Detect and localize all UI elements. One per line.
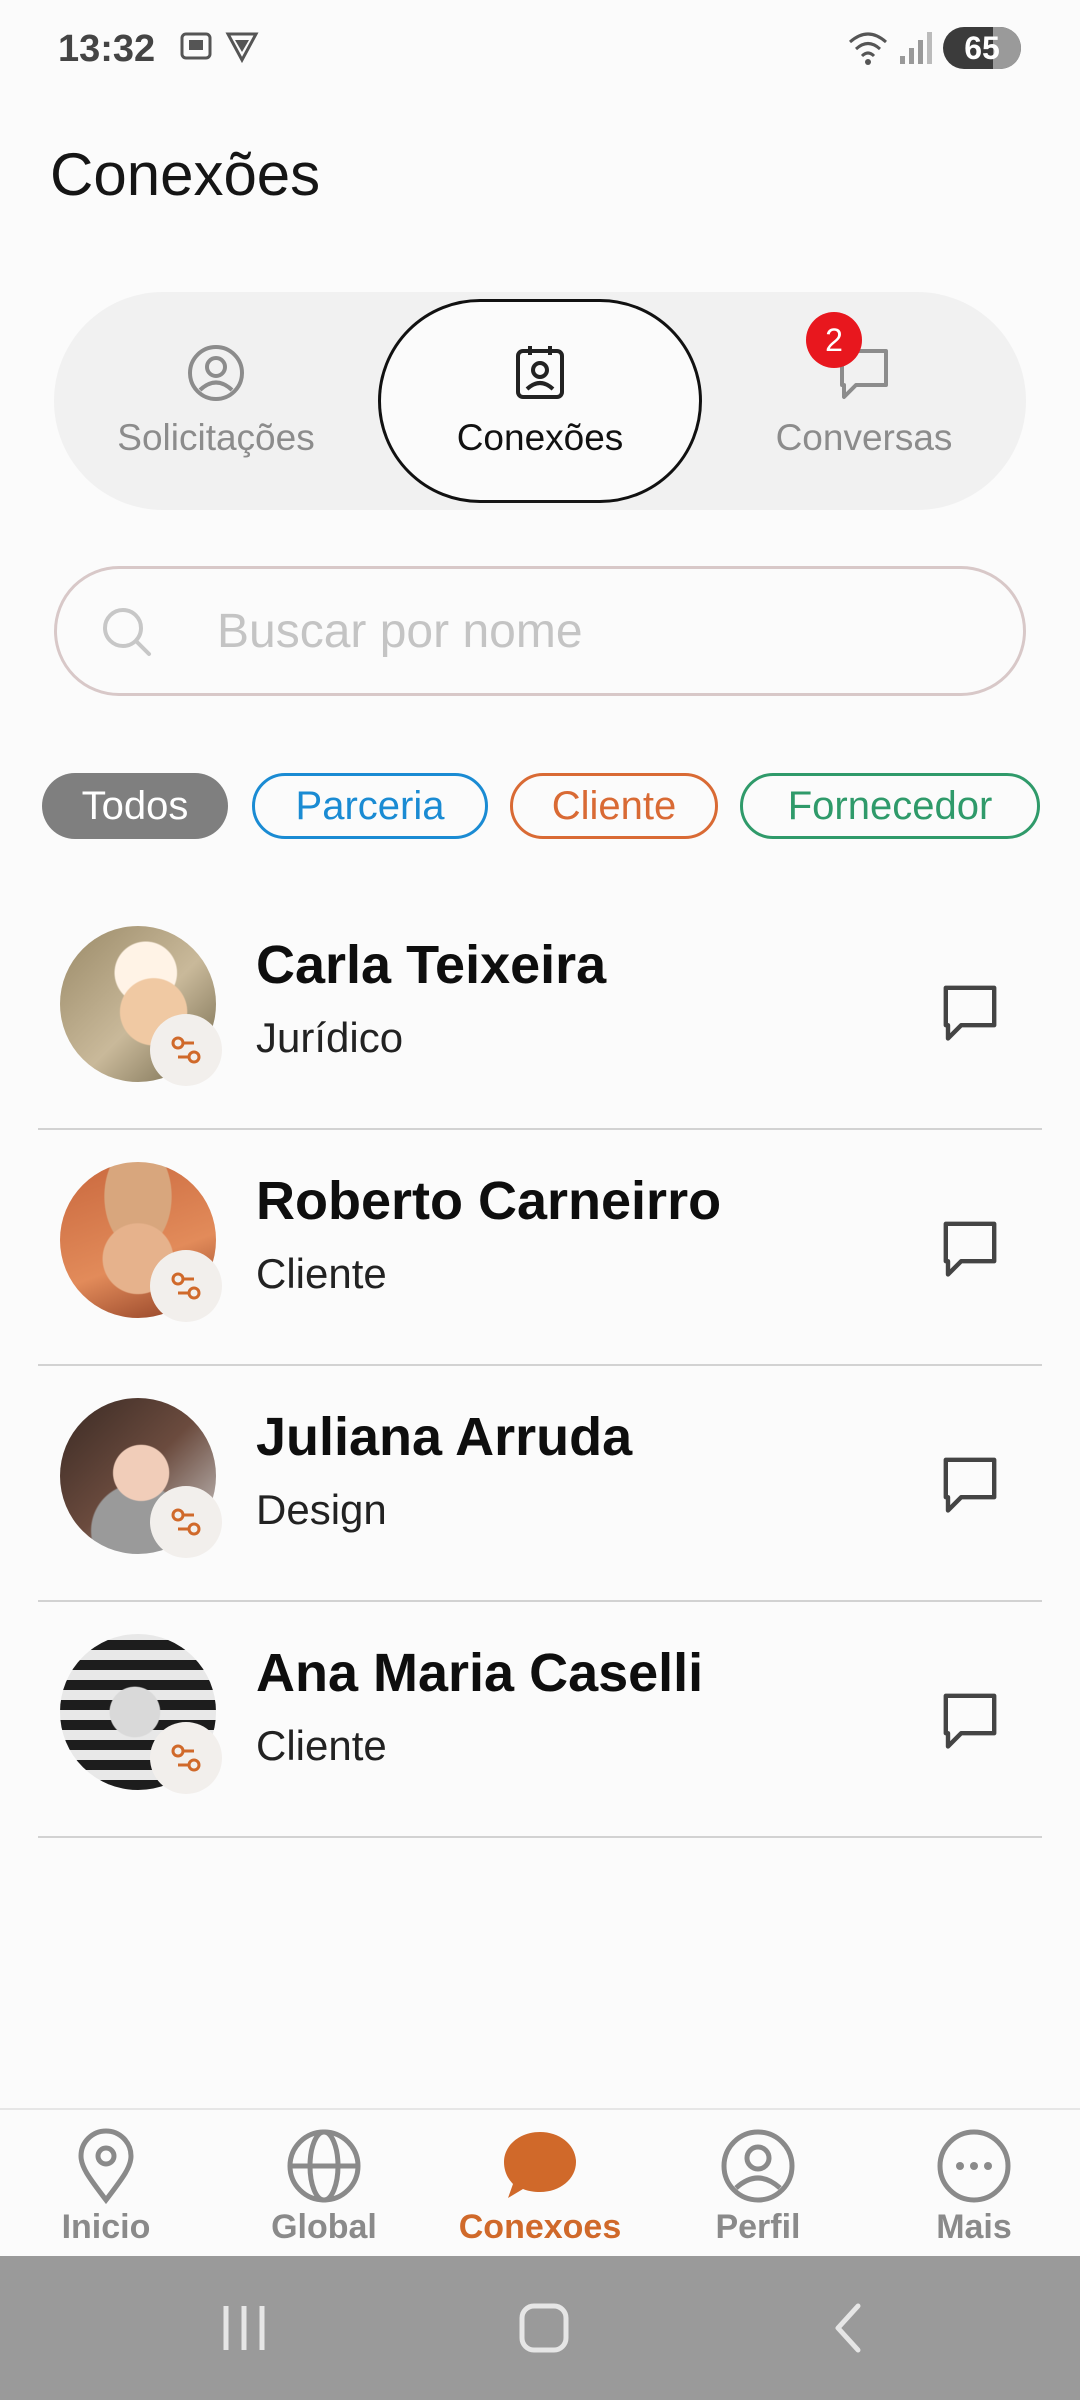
- chip-label: Fornecedor: [787, 783, 993, 828]
- contact-role: Jurídico: [256, 1014, 404, 1061]
- chat-bubble-filled-icon: [504, 2132, 576, 2198]
- chat-bubble-icon: [943, 1457, 997, 1513]
- contact-name: Ana Maria Caselli: [256, 1643, 704, 1703]
- search-bar: [54, 566, 1026, 696]
- tab-label: Conexões: [456, 417, 624, 458]
- nav-mais[interactable]: Mais: [894, 2126, 1054, 2256]
- battery-indicator: 65: [943, 27, 1021, 69]
- nav-label: Mais: [936, 2208, 1012, 2246]
- home-icon[interactable]: [514, 2298, 574, 2358]
- battery-level: 65: [964, 29, 1000, 66]
- nav-label: Inicio: [61, 2208, 151, 2246]
- page-title: Conexões: [50, 141, 321, 208]
- chip-label: Todos: [81, 783, 189, 828]
- chip-label: Cliente: [551, 783, 677, 828]
- profile-icon: [721, 2129, 795, 2203]
- shield-icon: [225, 32, 259, 64]
- message-button[interactable]: [930, 1208, 1010, 1288]
- list-item[interactable]: Carla Teixeira Jurídico: [38, 894, 1042, 1130]
- tab-label: Solicitações: [117, 417, 315, 458]
- globe-icon: [287, 2129, 361, 2203]
- nav-global[interactable]: Global: [244, 2126, 404, 2256]
- system-navigation-bar: [0, 2256, 1080, 2400]
- tab-solicitacoes[interactable]: Solicitações: [54, 292, 378, 510]
- more-dots-icon: [937, 2129, 1011, 2203]
- contact-name: Roberto Carneirro: [256, 1171, 722, 1231]
- chip-label: Parceria: [295, 783, 445, 828]
- list-item[interactable]: Ana Maria Caselli Cliente: [38, 1602, 1042, 1838]
- filter-chip-todos[interactable]: Todos: [42, 773, 228, 839]
- screenshot-icon: [180, 32, 212, 60]
- message-button[interactable]: [930, 1444, 1010, 1524]
- tab-label: Conversas: [775, 417, 953, 458]
- contact-role: Design: [256, 1486, 387, 1533]
- status-bar: 13:32 65: [0, 0, 1080, 100]
- signal-icon: [900, 32, 932, 64]
- link-icon: [150, 1014, 222, 1086]
- contact-role: Cliente: [256, 1250, 387, 1297]
- segmented-tabs: Solicitações Conexões Conversas: [54, 292, 1026, 510]
- chat-bubble-icon: [943, 1221, 997, 1277]
- bottom-navigation: Inicio Global Conexoes Perfil Mais: [0, 2108, 1080, 2256]
- recent-apps-icon[interactable]: [216, 2300, 272, 2356]
- search-input[interactable]: [217, 593, 977, 669]
- location-pin-icon: [78, 2128, 134, 2205]
- status-time: 13:32: [58, 28, 156, 70]
- contact-name: Juliana Arruda: [256, 1407, 633, 1467]
- chat-bubble-icon: [943, 985, 997, 1041]
- link-icon: [150, 1250, 222, 1322]
- chat-bubble-icon: [943, 1693, 997, 1749]
- link-icon: [150, 1722, 222, 1794]
- nav-inicio[interactable]: Inicio: [26, 2126, 186, 2256]
- nav-conexoes[interactable]: Conexoes: [458, 2126, 622, 2256]
- contact-name: Carla Teixeira: [256, 935, 607, 995]
- nav-label: Global: [271, 2208, 377, 2246]
- list-item[interactable]: Roberto Carneirro Cliente: [38, 1130, 1042, 1366]
- list-item[interactable]: Juliana Arruda Design: [38, 1366, 1042, 1602]
- filter-chip-fornecedor[interactable]: Fornecedor: [740, 773, 1040, 839]
- back-icon[interactable]: [820, 2298, 880, 2358]
- link-icon: [150, 1486, 222, 1558]
- tab-conversas[interactable]: Conversas: [702, 292, 1026, 510]
- wifi-icon: [849, 32, 887, 65]
- nav-label: Conexoes: [458, 2208, 622, 2246]
- contact-badge-icon: [516, 346, 564, 399]
- search-icon: [103, 608, 151, 656]
- message-button[interactable]: [930, 972, 1010, 1052]
- filter-chip-cliente[interactable]: Cliente: [510, 773, 718, 839]
- nav-label: Perfil: [715, 2208, 801, 2246]
- contact-role: Cliente: [256, 1722, 387, 1769]
- user-circle-icon: [188, 345, 244, 401]
- message-button[interactable]: [930, 1680, 1010, 1760]
- unread-badge: 2: [806, 312, 862, 368]
- nav-perfil[interactable]: Perfil: [678, 2126, 838, 2256]
- filter-chip-parceria[interactable]: Parceria: [252, 773, 488, 839]
- tab-conexoes[interactable]: Conexões: [378, 299, 702, 503]
